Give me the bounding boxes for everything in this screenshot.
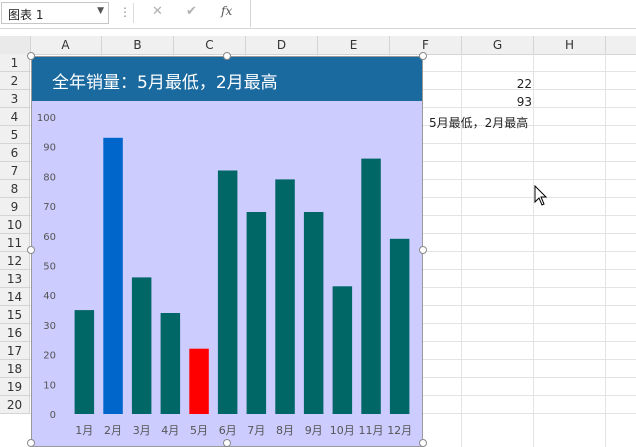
row-header-8[interactable]: 8 <box>0 180 30 198</box>
x-tick-label: 2月 <box>104 424 122 437</box>
confirm-icon[interactable]: ✔ <box>186 4 197 19</box>
x-tick-label: 5月 <box>190 424 208 437</box>
row-header-5[interactable]: 5 <box>0 126 30 144</box>
chart-object[interactable]: 全年销量：5月最低，2月最高 0 10 20 30 40 50 60 70 80 90 100 1月 2… <box>31 56 423 447</box>
resize-handle-top-left[interactable] <box>27 52 35 60</box>
row-header-4[interactable]: 4 <box>0 108 30 126</box>
bar-6[interactable] <box>217 170 238 415</box>
column-headers: A B C D E F G H <box>0 36 636 55</box>
column-gridline <box>461 54 462 447</box>
resize-handle-top-right[interactable] <box>419 52 427 60</box>
worksheet[interactable]: A B C D E F G H 1 2 3 4 5 6 7 8 9 10 11 12 13 14 15 16 1… <box>0 28 636 447</box>
bar-1[interactable] <box>74 310 95 414</box>
y-tick-label: 20 <box>43 351 56 362</box>
x-tick-label: 9月 <box>305 424 323 437</box>
cell-g2[interactable]: 22 <box>462 77 532 91</box>
column-gridline <box>533 54 534 447</box>
chevron-down-icon[interactable]: ▼ <box>97 6 104 16</box>
x-tick-label: 4月 <box>161 424 179 437</box>
y-tick-label: 90 <box>43 143 56 154</box>
y-tick-label: 60 <box>43 232 56 243</box>
row-header-20[interactable]: 20 <box>0 396 30 414</box>
row-header-2[interactable]: 2 <box>0 72 30 90</box>
column-header-h[interactable]: H <box>534 36 606 54</box>
column-header-c[interactable]: C <box>174 36 246 54</box>
row-header-6[interactable]: 6 <box>0 144 30 162</box>
row-header-18[interactable]: 18 <box>0 360 30 378</box>
cell-g3[interactable]: 93 <box>462 95 532 109</box>
y-tick-label: 40 <box>43 291 56 302</box>
name-box-value: 图表 1 <box>8 8 44 22</box>
x-tick-label: 11月 <box>359 424 384 437</box>
row-header-9[interactable]: 9 <box>0 198 30 216</box>
bar-9[interactable] <box>303 212 324 414</box>
bar-7[interactable] <box>246 212 267 414</box>
resize-handle-middle-left[interactable] <box>27 246 35 254</box>
row-header-3[interactable]: 3 <box>0 90 30 108</box>
x-tick-label: 8月 <box>276 424 294 437</box>
y-tick-label: 10 <box>43 380 56 391</box>
toolbar-divider <box>133 3 134 23</box>
bar-8[interactable] <box>275 179 295 414</box>
x-tick-label: 6月 <box>219 424 237 437</box>
resize-handle-bottom-middle[interactable] <box>223 439 231 447</box>
resize-handle-top-middle[interactable] <box>223 52 231 60</box>
column-header-e[interactable]: E <box>318 36 390 54</box>
column-header-a[interactable]: A <box>30 36 102 54</box>
resize-handle-bottom-right[interactable] <box>419 439 427 447</box>
row-header-1[interactable]: 1 <box>0 54 30 72</box>
select-all-corner[interactable] <box>0 36 31 54</box>
y-tick-label: 0 <box>50 410 56 421</box>
column-header-b[interactable]: B <box>102 36 174 54</box>
bar-12[interactable] <box>389 238 410 414</box>
row-header-16[interactable]: 16 <box>0 324 30 342</box>
chart-title-bar: 全年销量：5月最低，2月最高 <box>32 57 422 101</box>
bar-3[interactable] <box>131 277 152 414</box>
x-tick-label: 7月 <box>247 424 265 437</box>
y-tick-label: 50 <box>43 262 56 273</box>
formula-toolbar: 图表 1 ▼ ⋮ ✕ ✔ fx <box>0 0 636 29</box>
bar-11[interactable] <box>361 158 381 414</box>
y-tick-label: 80 <box>43 172 56 183</box>
y-tick-label: 100 <box>37 113 56 124</box>
cell-f4[interactable]: ：5月最低，2月最高 <box>417 114 528 131</box>
row-header-14[interactable]: 14 <box>0 288 30 306</box>
row-header-15[interactable]: 15 <box>0 306 30 324</box>
mouse-pointer-icon <box>534 185 548 206</box>
row-header-13[interactable]: 13 <box>0 270 30 288</box>
row-header-17[interactable]: 17 <box>0 342 30 360</box>
bar-2[interactable] <box>103 137 123 415</box>
row-header-7[interactable]: 7 <box>0 162 30 180</box>
row-header-19[interactable]: 19 <box>0 378 30 396</box>
resize-handle-bottom-left[interactable] <box>27 439 35 447</box>
y-tick-label: 30 <box>43 321 56 332</box>
bar-10[interactable] <box>332 286 353 414</box>
y-tick-label: 70 <box>43 202 56 213</box>
chart-title[interactable]: 全年销量：5月最低，2月最高 <box>52 68 278 93</box>
x-tick-label: 12月 <box>387 424 412 437</box>
x-tick-label: 3月 <box>133 424 151 437</box>
bar-4[interactable] <box>160 313 181 414</box>
name-box[interactable]: 图表 1 ▼ <box>1 2 109 24</box>
formula-input[interactable] <box>250 0 636 27</box>
x-tick-label: 1月 <box>75 424 93 437</box>
row-header-12[interactable]: 12 <box>0 252 30 270</box>
column-header-g[interactable]: G <box>462 36 534 54</box>
more-options-icon[interactable]: ⋮ <box>119 5 131 19</box>
x-tick-label: 10月 <box>330 424 355 437</box>
row-header-10[interactable]: 10 <box>0 216 30 234</box>
bar-5[interactable] <box>189 348 209 414</box>
resize-handle-middle-right[interactable] <box>419 246 427 254</box>
cancel-icon[interactable]: ✕ <box>152 4 163 19</box>
column-header-d[interactable]: D <box>246 36 318 54</box>
row-header-11[interactable]: 11 <box>0 234 30 252</box>
column-header-f[interactable]: F <box>390 36 462 54</box>
insert-function-icon[interactable]: fx <box>221 4 232 18</box>
bar-chart-plot[interactable]: 0 10 20 30 40 50 60 70 80 90 100 1月 2月 3月 4月 5月 6月 7月 8月 9月… <box>32 101 422 446</box>
column-gridline <box>605 54 606 447</box>
